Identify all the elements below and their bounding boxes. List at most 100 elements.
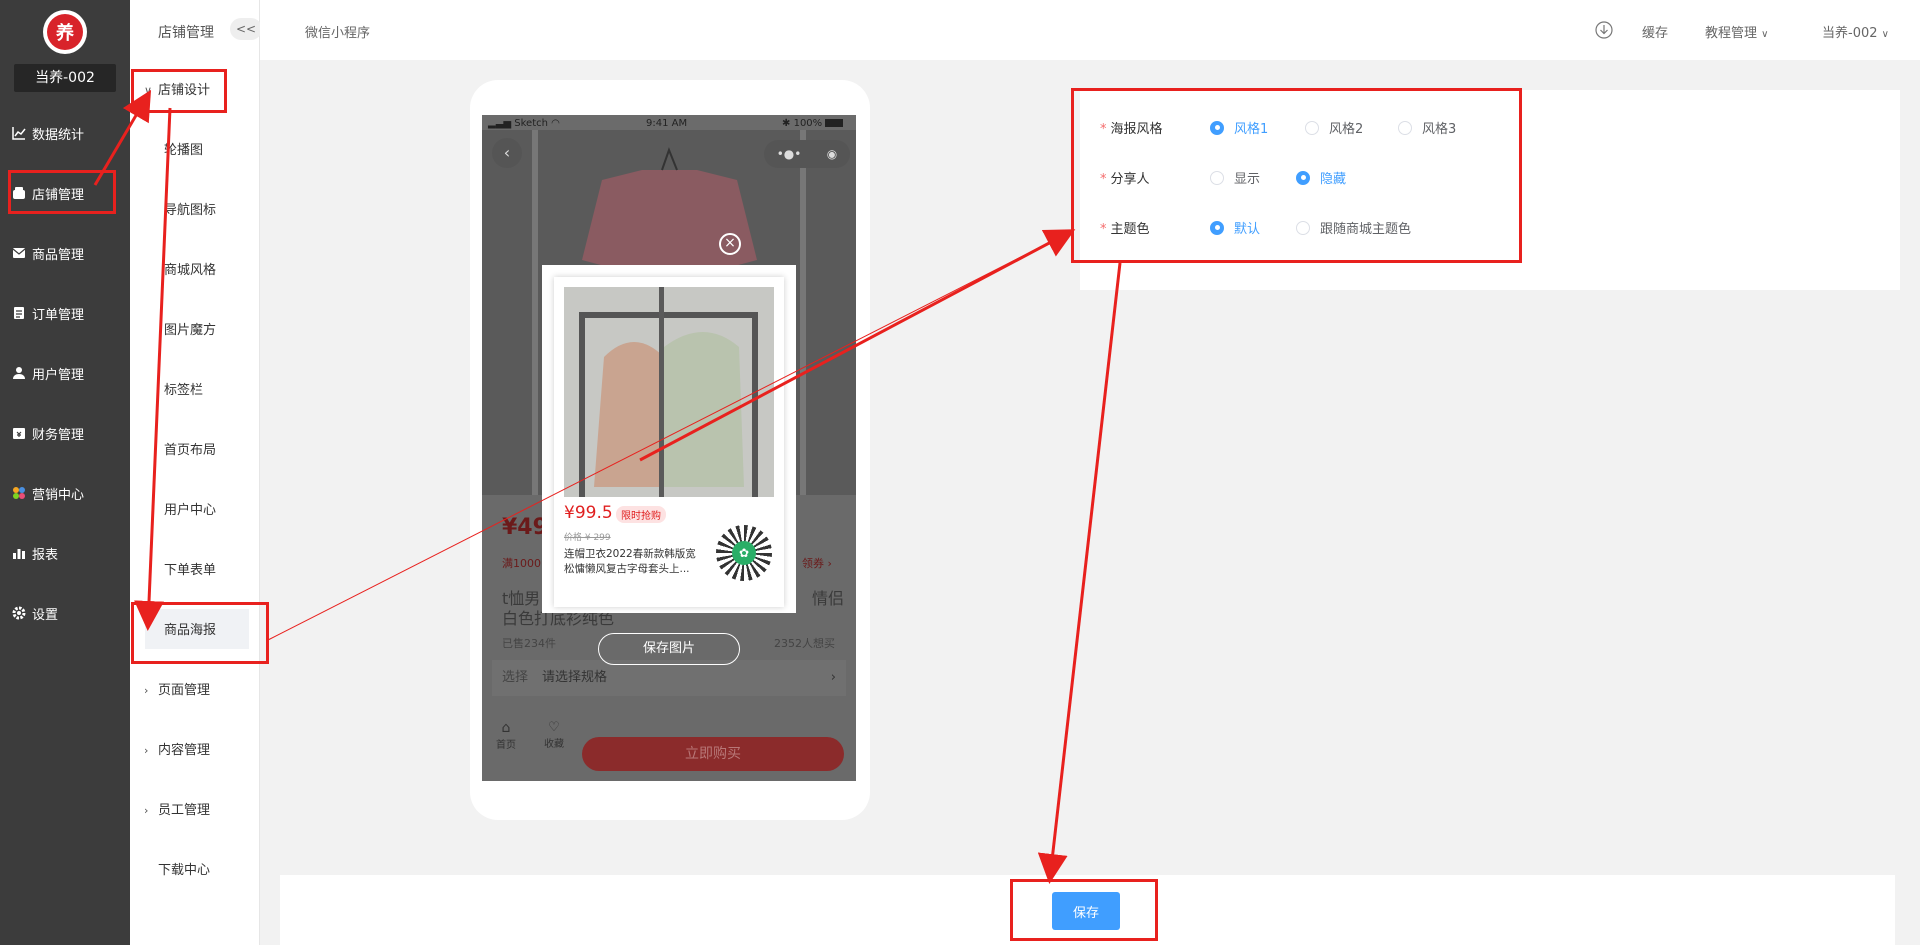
submenu-item-download[interactable]: 下载中心 <box>130 856 260 886</box>
status-carrier: ▂▃▅ Sketch ◠ <box>488 118 560 129</box>
submenu-item-home-layout[interactable]: 首页布局 <box>130 436 260 466</box>
user-name: 当养-002 <box>1822 26 1878 41</box>
wants-count: 2352人想买 <box>774 637 835 650</box>
bar-chart-icon <box>12 546 26 560</box>
sidebar-item-label: 用户管理 <box>32 367 85 383</box>
submenu-item-user-center[interactable]: 用户中心 <box>130 496 260 526</box>
coupon-tag: 满1000 <box>502 557 541 570</box>
sidebar-item-stats[interactable]: 数据统计 <box>0 118 130 148</box>
submenu-item-order-form[interactable]: 下单表单 <box>130 556 260 586</box>
status-battery: ✱ 100% <box>782 118 844 129</box>
close-target-icon[interactable]: ◉ <box>827 147 837 161</box>
arrow-settings-to-save <box>1037 262 1122 884</box>
bluetooth-icon: ✱ <box>782 118 791 129</box>
user-icon <box>12 366 26 380</box>
submenu-group-staff[interactable]: › 员工管理 <box>130 796 260 826</box>
tutorial-menu[interactable]: 教程管理 ∨ <box>1705 22 1768 41</box>
get-coupon-link[interactable]: 领券 › <box>802 555 832 571</box>
sidebar-item-label: 财务管理 <box>32 427 85 443</box>
user-menu[interactable]: 当养-002 ∨ <box>1822 22 1889 41</box>
breadcrumb: 微信小程序 <box>305 26 371 41</box>
sold-count: 已售234件 <box>502 637 556 650</box>
spec-selector[interactable]: 选择 请选择规格 › <box>492 660 846 696</box>
submenu-group-pages[interactable]: › 页面管理 <box>130 676 260 706</box>
chevron-down-icon: ∨ <box>1761 29 1769 40</box>
sidebar-item-label: 营销中心 <box>32 487 85 503</box>
nav-fav-label: 收藏 <box>544 739 564 750</box>
sidebar-item-label: 报表 <box>32 547 59 563</box>
download-icon[interactable] <box>1595 21 1613 43</box>
annotation-box-design <box>131 69 227 113</box>
product-title-right: 情侣 <box>812 589 845 608</box>
nav-home[interactable]: ⌂ 首页 <box>496 720 516 751</box>
poster-original-price: 价格 ¥ 299 <box>564 533 611 543</box>
clipboard-icon <box>12 306 26 320</box>
sidebar-item-label: 商品管理 <box>32 247 85 263</box>
annotation-box-settings <box>1071 88 1522 263</box>
chevron-right-icon: › <box>830 670 836 685</box>
annotation-box-poster <box>131 602 269 664</box>
poster-tag: 限时抢购 <box>616 506 666 523</box>
poster-inner: ¥99.5 限时抢购 价格 ¥ 299 连帽卫衣2022春新款韩版宽松慵懒风复古… <box>554 277 784 607</box>
sidebar-item-users[interactable]: 用户管理 <box>0 358 130 388</box>
store-name: 当养-002 <box>14 64 116 92</box>
submenu-group-label: 员工管理 <box>158 803 211 818</box>
chevron-right-icon: › <box>144 744 149 757</box>
battery-icon <box>825 119 844 127</box>
sidebar-item-finance[interactable]: 财务管理 <box>0 418 130 448</box>
sidebar-item-goods[interactable]: 商品管理 <box>0 238 130 268</box>
heart-icon: ♡ <box>548 720 560 735</box>
topbar: 微信小程序 缓存 教程管理 ∨ 当养-002 ∨ <box>260 0 1920 60</box>
wifi-icon: ◠ <box>551 118 560 129</box>
sidebar-item-label: 设置 <box>32 607 59 623</box>
submenu-group-content[interactable]: › 内容管理 <box>130 736 260 766</box>
sidebar-item-reports[interactable]: 报表 <box>0 538 130 568</box>
submenu-item-mall-style[interactable]: 商城风格 <box>130 256 260 286</box>
annotation-box-store <box>8 170 116 214</box>
battery-label: 100% <box>793 118 823 129</box>
sidebar-item-marketing[interactable]: 营销中心 <box>0 478 130 508</box>
carrier: Sketch <box>514 118 548 129</box>
capsule-menu[interactable]: •●• ◉ <box>764 140 850 168</box>
submenu-title: 店铺管理 <box>158 25 214 41</box>
more-icon[interactable]: •●• <box>777 147 802 161</box>
marketing-icon <box>12 486 26 500</box>
envelope-icon <box>12 246 26 260</box>
submenu-item-image-cube[interactable]: 图片魔方 <box>130 316 260 346</box>
collapse-button[interactable]: << <box>230 18 262 40</box>
submenu-item-nav-icons[interactable]: 导航图标 <box>130 196 260 226</box>
tutorial-label: 教程管理 <box>1705 26 1758 41</box>
submenu-item-tabbar[interactable]: 标签栏 <box>130 376 260 406</box>
poster-card: ¥99.5 限时抢购 价格 ¥ 299 连帽卫衣2022春新款韩版宽松慵懒风复古… <box>542 265 796 613</box>
home-icon: ⌂ <box>501 720 511 736</box>
submenu-item-carousel[interactable]: 轮播图 <box>130 136 260 166</box>
logo-mark-icon: 养 <box>47 14 83 50</box>
signal-icon: ▂▃▅ <box>488 118 512 129</box>
chevron-right-icon: › <box>144 684 149 697</box>
sidebar-item-label: 订单管理 <box>32 307 85 323</box>
store-logo: 养 <box>43 10 87 54</box>
buy-now-button[interactable]: 立即购买 <box>582 737 844 771</box>
cache-link[interactable]: 缓存 <box>1642 22 1668 41</box>
nav-home-label: 首页 <box>496 740 516 751</box>
phone-screen: ▂▃▅ Sketch ◠ 9:41 AM ✱ 100% ‹ •●• ◉ ¥49 满… <box>482 115 856 781</box>
save-image-button[interactable]: 保存图片 <box>598 633 740 665</box>
poster-price: ¥99.5 <box>564 503 613 523</box>
annotation-box-save <box>1010 879 1158 941</box>
finance-icon <box>12 426 26 440</box>
poster-desc: 连帽卫衣2022春新款韩版宽松慵懒风复古字母套头上... <box>564 548 696 575</box>
get-coupon-label: 领券 <box>802 557 824 570</box>
submenu-group-label: 内容管理 <box>158 743 211 758</box>
sidebar-item-settings[interactable]: 设置 <box>0 598 130 628</box>
poster-close-icon[interactable]: × <box>719 233 741 255</box>
submenu-group-label: 页面管理 <box>158 683 211 698</box>
qr-code: ✿ <box>716 525 772 581</box>
sidebar-item-orders[interactable]: 订单管理 <box>0 298 130 328</box>
back-icon[interactable]: ‹ <box>492 138 522 168</box>
nav-favorite[interactable]: ♡ 收藏 <box>544 720 564 750</box>
chart-line-icon <box>12 126 26 140</box>
sidebar-item-label: 数据统计 <box>32 127 85 143</box>
chevron-right-icon: › <box>144 804 149 817</box>
spec-label: 选择 <box>502 670 529 685</box>
wechat-icon: ✿ <box>732 541 756 565</box>
